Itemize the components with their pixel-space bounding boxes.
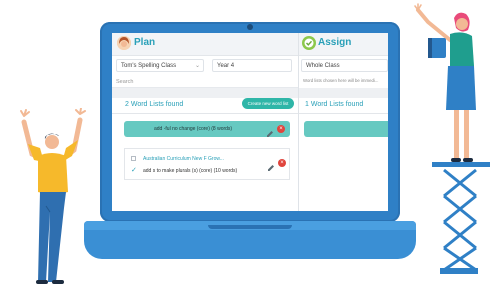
group-checkbox[interactable] [131,156,136,161]
delete-icon[interactable]: × [277,125,285,133]
assign-divider [299,113,388,114]
laptop-camera [247,24,253,30]
assign-found-label: 1 Word Lists found [305,101,364,108]
word-list-item-label: add s to make plurals (s) (core) (10 wor… [143,168,238,174]
assign-check-icon [302,36,316,50]
class-select-value: Tom's Spelling Class [121,63,177,69]
edit-pencil-icon[interactable] [266,125,274,137]
assigned-word-list-card[interactable] [304,121,388,137]
plan-title: Plan [134,37,156,48]
filter-band [112,88,298,98]
woman-on-lift-illustration [410,0,493,286]
selected-word-list-card[interactable]: add -ful no change (core) (8 words) × [124,121,290,137]
assign-note: Word lists chosen here will be immedi... [303,78,379,83]
create-word-list-button[interactable]: Create new word list [242,98,294,109]
plan-found-label: 2 Word Lists found [125,101,184,108]
year-select-value: Year 4 [217,63,235,69]
laptop-touchpad [208,225,292,229]
word-list-group: Australian Curriculum New F Grow... ✓ ad… [124,148,290,180]
man-illustration [10,108,100,286]
assign-class-value: Whole Class [306,63,340,69]
assign-class-select[interactable]: Whole Class [301,59,388,72]
plan-divider [112,113,298,114]
selected-word-list-label: add -ful no change (core) (8 words) [154,126,233,132]
list-source-label: Australian Curriculum New F Grow... [143,156,224,162]
chevron-down-icon: ⌄ [194,63,200,69]
year-select[interactable]: Year 4 [212,59,292,72]
edit-pencil-icon[interactable] [267,159,275,171]
search-input[interactable]: Search [112,76,298,88]
teacher-avatar-icon [117,36,131,50]
laptop-screen: Plan Tom's Spelling Class ⌄ Year 4 Searc… [112,33,388,211]
plan-panel: Plan Tom's Spelling Class ⌄ Year 4 Searc… [112,33,299,211]
assign-title: Assign [318,37,352,48]
search-placeholder: Search [116,79,134,85]
delete-icon[interactable]: × [278,159,286,167]
assign-panel: Assign Whole Class Word lists chosen her… [299,33,388,211]
class-select[interactable]: Tom's Spelling Class ⌄ [116,59,204,72]
checkmark-icon[interactable]: ✓ [131,167,137,174]
assign-band [299,88,388,98]
